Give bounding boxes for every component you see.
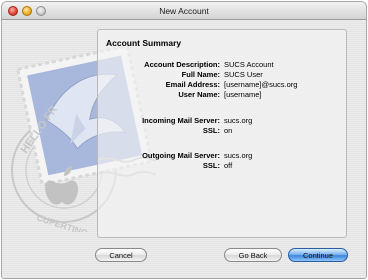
stamp-text-bottom: CUPERTINO (35, 212, 89, 232)
row-value: SUCS Account (224, 60, 274, 69)
row-label: Full Name: (181, 70, 220, 79)
account-summary-panel: Account Summary Account Description: SUC… (97, 29, 347, 238)
summary-row-incoming-ssl: SSL: on (98, 126, 348, 136)
row-value: SUCS User (224, 70, 263, 79)
row-label: Outgoing Mail Server: (142, 151, 220, 160)
row-value: [username] (224, 90, 262, 99)
row-value: off (224, 161, 233, 170)
title-bar[interactable]: New Account (2, 2, 366, 20)
summary-row-email-address: Email Address: [username]@sucs.org (98, 80, 348, 90)
summary-row-incoming-server: Incoming Mail Server: sucs.org (98, 116, 348, 126)
window-title: New Account (159, 6, 209, 16)
continue-button[interactable]: Continue (288, 248, 348, 262)
row-value: sucs.org (224, 116, 253, 125)
summary-row-outgoing-server: Outgoing Mail Server: sucs.org (98, 151, 348, 161)
row-label: Incoming Mail Server: (142, 116, 220, 125)
summary-row-account-description: Account Description: SUCS Account (98, 60, 348, 70)
row-value: on (224, 126, 233, 135)
go-back-button[interactable]: Go Back (224, 248, 282, 262)
row-label: SSL: (202, 126, 220, 135)
cancel-button[interactable]: Cancel (95, 248, 147, 262)
row-label: SSL: (202, 161, 220, 170)
row-value: [username]@sucs.org (224, 80, 298, 89)
row-label: User Name: (178, 90, 220, 99)
row-label: Email Address: (165, 80, 220, 89)
summary-row-outgoing-ssl: SSL: off (98, 161, 348, 171)
summary-row-user-name: User Name: [username] (98, 90, 348, 100)
row-label: Account Description: (144, 60, 220, 69)
row-value: sucs.org (224, 151, 253, 160)
summary-row-full-name: Full Name: SUCS User (98, 70, 348, 80)
panel-title: Account Summary (106, 38, 182, 48)
new-account-window: New Account HELLO FR CUPERTINO Account S… (2, 2, 366, 278)
